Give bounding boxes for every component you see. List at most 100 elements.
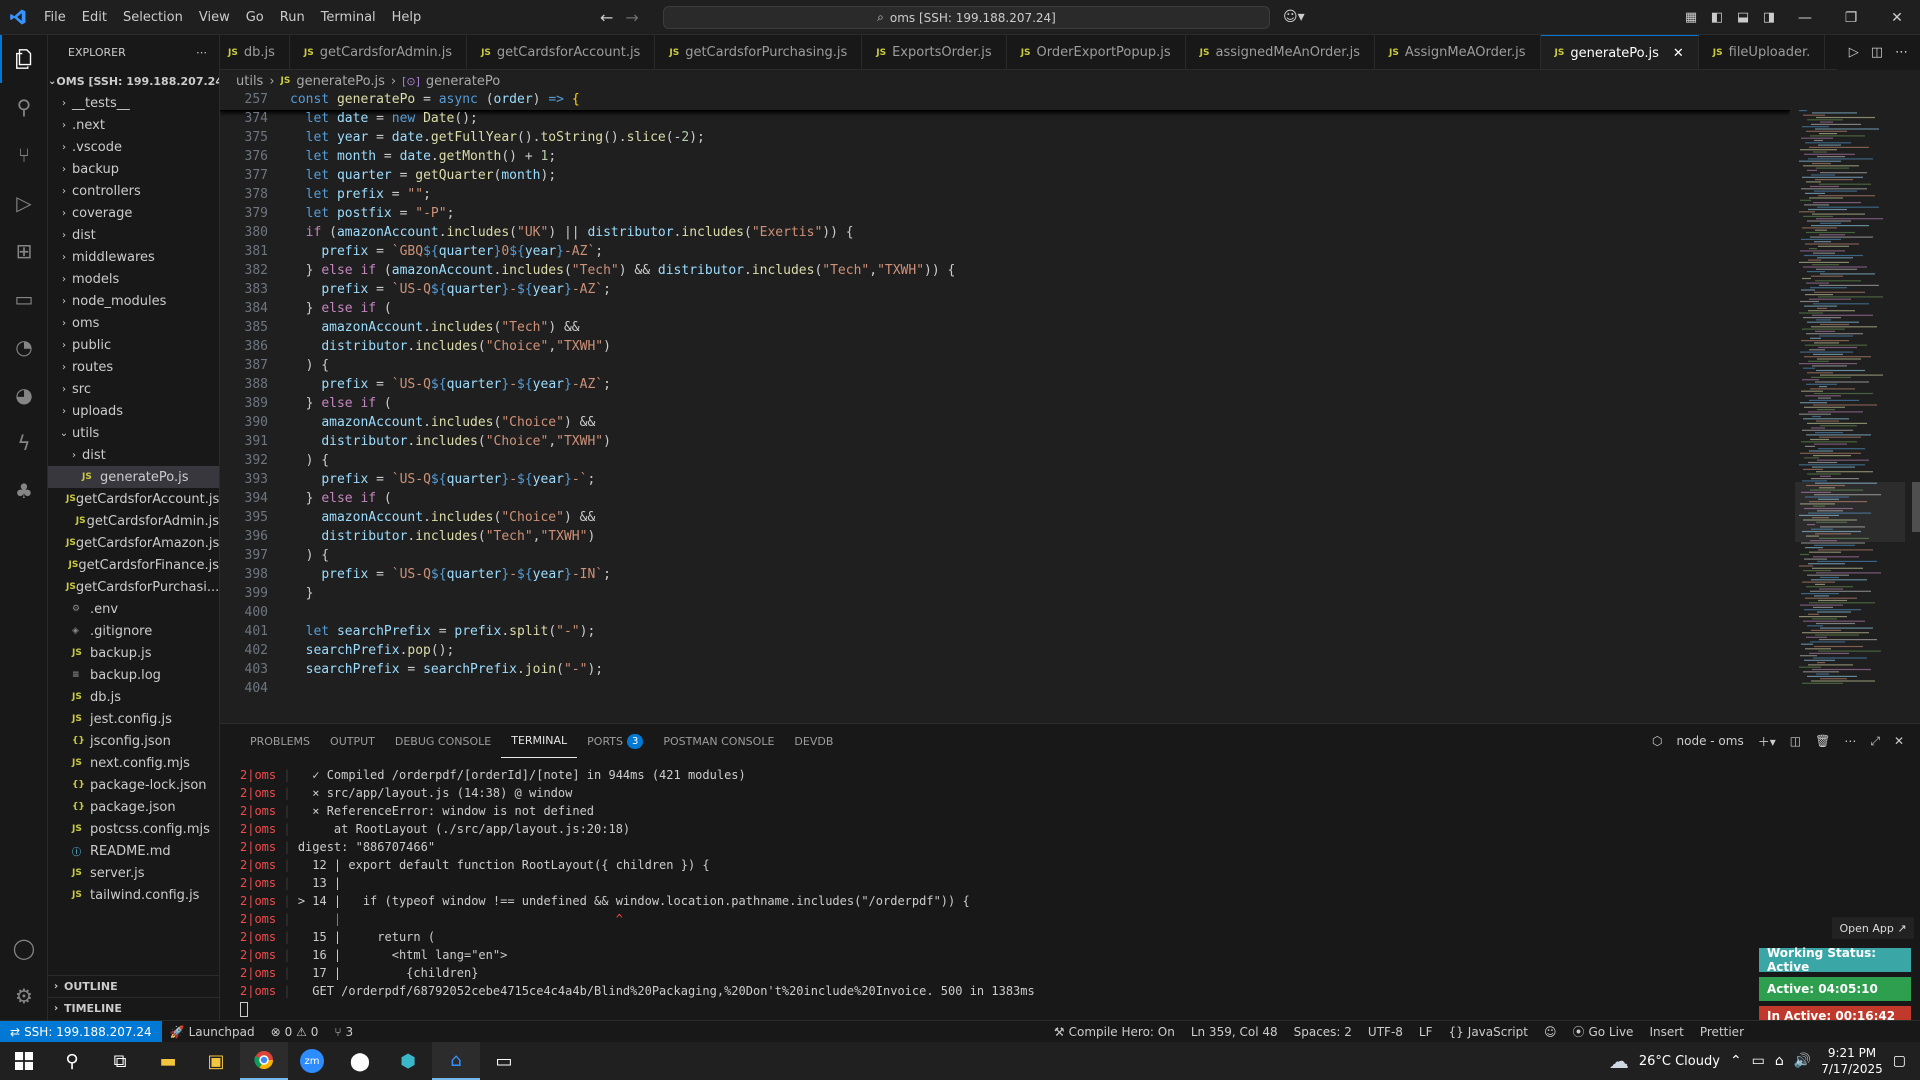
editor-scrollbar[interactable] [1910, 92, 1920, 723]
code-line[interactable]: 400 [220, 605, 1790, 624]
back-arrow-icon[interactable]: ← [600, 0, 613, 35]
tree-folder[interactable]: › .vscode [48, 136, 219, 158]
go-live[interactable]: ⦿ Go Live [1564, 1023, 1641, 1040]
editor-tab[interactable]: JS getCardsforAccount.js [467, 35, 656, 69]
code-line[interactable]: 377 let quarter = getQuarter(month); [220, 168, 1790, 187]
toggle-panel-icon[interactable]: ⬓ [1730, 10, 1756, 25]
close-tab-icon[interactable]: ✕ [1673, 46, 1684, 61]
menu-run[interactable]: Run [272, 0, 313, 35]
code-line[interactable]: 402 searchPrefix.pop(); [220, 643, 1790, 662]
tree-folder[interactable]: › __tests__ [48, 92, 219, 114]
editor-tab[interactable]: JS OrderExportPopup.js [1007, 35, 1186, 69]
minimize-icon[interactable]: — [1782, 10, 1828, 26]
python-icon[interactable]: ♣ [0, 467, 48, 515]
tree-folder[interactable]: › dist [48, 444, 219, 466]
terminal-name[interactable]: node - oms [1677, 734, 1744, 748]
split-editor-icon[interactable]: ◫ [1871, 45, 1883, 60]
indentation[interactable]: Spaces: 2 [1286, 1025, 1360, 1039]
code-line[interactable]: 391 distributor.includes("Choice","TXWH"… [220, 434, 1790, 453]
prettier[interactable]: Prettier [1692, 1025, 1920, 1039]
code-line[interactable]: 386 distributor.includes("Choice","TXWH"… [220, 339, 1790, 358]
close-panel-icon[interactable]: ✕ [1894, 734, 1904, 748]
notification-icon[interactable]: ▢ [1893, 1053, 1906, 1069]
volume-icon[interactable]: 🔊 [1794, 1053, 1811, 1069]
network-icon[interactable]: ⌂ [1775, 1053, 1784, 1069]
chevron-up-icon[interactable]: ⌃ [1730, 1053, 1742, 1069]
tree-file[interactable]: JS server.js [48, 862, 219, 884]
code-line[interactable]: 390 amazonAccount.includes("Choice") && [220, 415, 1790, 434]
editor-tab[interactable]: JS generatePo.js ✕ [1540, 35, 1699, 69]
code-line[interactable]: 395 amazonAccount.includes("Choice") && [220, 510, 1790, 529]
panel-tab-postman-console[interactable]: POSTMAN CONSOLE [653, 724, 784, 758]
code-line[interactable]: 384 } else if ( [220, 301, 1790, 320]
menu-view[interactable]: View [191, 0, 238, 35]
editor-tab[interactable]: JS assignedMeAnOrder.js [1186, 35, 1375, 69]
code-line[interactable]: 397 ) { [220, 548, 1790, 567]
timeline-icon[interactable]: ◔ [0, 323, 48, 371]
tree-folder[interactable]: › uploads [48, 400, 219, 422]
tree-folder[interactable]: › node_modules [48, 290, 219, 312]
editor-tab[interactable]: JS getCardsforAdmin.js [290, 35, 468, 69]
code-line[interactable]: 392 ) { [220, 453, 1790, 472]
toggle-sidebar-icon[interactable]: ◧ [1704, 10, 1730, 25]
search-icon[interactable]: ⚲ [48, 1042, 96, 1080]
launchpad[interactable]: 🚀 Launchpad [162, 1025, 263, 1039]
customize-layout-icon[interactable]: ▦ [1678, 10, 1704, 25]
task-view-icon[interactable]: ⧉ [96, 1042, 144, 1080]
code-line[interactable]: 404 [220, 681, 1790, 700]
tree-file[interactable]: JS getCardsforAdmin.js [48, 510, 219, 532]
menu-go[interactable]: Go [238, 0, 272, 35]
editor-tab[interactable]: JS getCardsforPurchasing.js [655, 35, 863, 69]
tree-file[interactable]: JS jest.config.js [48, 708, 219, 730]
search-icon[interactable]: ⚲ [0, 83, 48, 131]
breadcrumb-file[interactable]: generatePo.js [296, 74, 385, 89]
code-line[interactable]: 383 prefix = `US-Q${quarter}-${year}-AZ`… [220, 282, 1790, 301]
code-line[interactable]: 388 prefix = `US-Q${quarter}-${year}-AZ`… [220, 377, 1790, 396]
extensions-icon[interactable]: ⊞ [0, 227, 48, 275]
tree-file[interactable]: JS tailwind.config.js [48, 884, 219, 906]
tree-folder[interactable]: › src [48, 378, 219, 400]
tree-file[interactable]: JS getCardsforAccount.js [48, 488, 219, 510]
tree-file[interactable]: ⓘ README.md [48, 840, 219, 862]
chrome-icon[interactable] [240, 1042, 288, 1080]
tree-file[interactable]: {} jsconfig.json [48, 730, 219, 752]
terminal-taskbar-icon[interactable]: ▭ [480, 1042, 528, 1080]
remote-explorer-icon[interactable]: ▭ [0, 275, 48, 323]
editor-tab[interactable]: JS fileUploader. [1699, 35, 1826, 69]
accounts-icon[interactable]: ◯ [0, 924, 48, 972]
code-line[interactable]: 378 let prefix = ""; [220, 187, 1790, 206]
store-icon[interactable]: ▣ [192, 1042, 240, 1080]
ports-indicator[interactable]: ⑂ 3 [326, 1025, 361, 1039]
tree-file[interactable]: ≡ backup.log [48, 664, 219, 686]
command-center[interactable]: ⌕ oms [SSH: 199.188.207.24] [663, 6, 1270, 29]
tree-folder[interactable]: › backup [48, 158, 219, 180]
windows-start-icon[interactable] [0, 1042, 48, 1080]
app-icon[interactable]: ⬤ [336, 1042, 384, 1080]
split-terminal-icon[interactable]: ◫ [1790, 734, 1801, 748]
clock[interactable]: 9:21 PM 7/17/2025 [1821, 1045, 1883, 1077]
breadcrumb-folder[interactable]: utils [236, 74, 263, 89]
code-line[interactable]: 401 let searchPrefix = prefix.split("-")… [220, 624, 1790, 643]
breadcrumb-symbol[interactable]: generatePo [426, 74, 500, 89]
panel-tab-debug-console[interactable]: DEBUG CONSOLE [385, 724, 501, 758]
maximize-panel-icon[interactable]: ⤢ [1870, 734, 1880, 749]
app-icon-2[interactable]: ⬢ [384, 1042, 432, 1080]
tree-folder[interactable]: › public [48, 334, 219, 356]
code-line[interactable]: 382 } else if (amazonAccount.includes("T… [220, 263, 1790, 282]
code-line[interactable]: 399 } [220, 586, 1790, 605]
more-actions-icon[interactable]: ⋯ [196, 46, 207, 59]
tree-folder[interactable]: › .next [48, 114, 219, 136]
vscode-taskbar-icon[interactable]: ⌂ [432, 1042, 480, 1080]
code-editor[interactable]: 257 const generatePo = async (order) => … [220, 92, 1790, 723]
tree-folder[interactable]: › oms [48, 312, 219, 334]
code-line[interactable]: 379 let postfix = "-P"; [220, 206, 1790, 225]
tree-file[interactable]: JS generatePo.js [48, 466, 219, 488]
code-line[interactable]: 375 let year = date.getFullYear().toStri… [220, 130, 1790, 149]
weather[interactable]: 26°C Cloudy [1639, 1054, 1720, 1069]
tree-file[interactable]: JS next.config.mjs [48, 752, 219, 774]
tree-file[interactable]: JS db.js [48, 686, 219, 708]
remote-indicator[interactable]: ⇄ SSH: 199.188.207.24 [0, 1020, 162, 1043]
menu-terminal[interactable]: Terminal [313, 0, 384, 35]
run-icon[interactable]: ▷ [1849, 45, 1859, 60]
encoding[interactable]: UTF-8 [1360, 1025, 1411, 1039]
